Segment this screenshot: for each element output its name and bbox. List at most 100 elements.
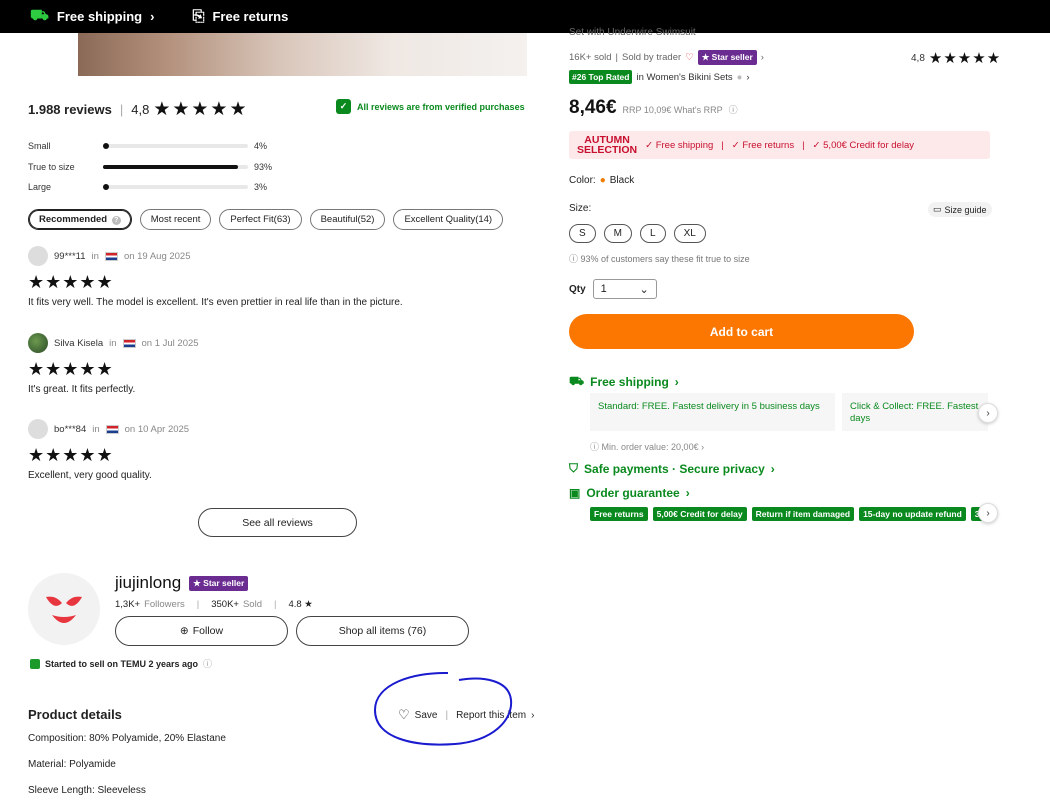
avatar	[28, 333, 48, 353]
croatia-flag-icon	[122, 338, 136, 348]
store-name[interactable]: jiujinlong	[115, 573, 181, 593]
free-shipping-link[interactable]: ⛟ Free shipping ›	[30, 7, 154, 26]
size-xl[interactable]: XL	[673, 224, 706, 243]
guarantee-tag: 15-day no update refund	[859, 507, 966, 521]
product-rating[interactable]: 4,8 ★★★★★	[911, 49, 1001, 67]
shop-all-items-button[interactable]: Shop all items (76)	[296, 616, 469, 646]
filter-most-recent[interactable]: Most recent	[139, 209, 212, 230]
review-date: on 1 Jul 2025	[141, 337, 199, 349]
review-in: in	[91, 250, 99, 262]
add-to-cart-button[interactable]: Add to cart	[569, 314, 914, 349]
sold-info: 16K+ sold | Sold by trader ♡ ★ Star sell…	[569, 50, 764, 65]
guarantee-tag: Return if item damaged	[751, 507, 855, 521]
truck-icon: ⛟	[569, 374, 585, 388]
reviews-rating: 4,8	[131, 102, 150, 117]
promo-item: ✓ Free returns	[731, 139, 795, 151]
sold-count: 350K+	[211, 599, 239, 610]
guarantee-tag: 5,00€ Credit for delay	[652, 507, 747, 521]
rating-stars: ★★★★★	[928, 50, 1002, 67]
price-row: 8,46€ RRP 10,09€ What's RRP ⓘ	[569, 97, 738, 119]
review-text: Excellent, very good quality.	[28, 470, 152, 481]
review-user: Silva Kisela	[54, 337, 104, 349]
free-shipping-row[interactable]: ⛟ Free shipping ›	[569, 374, 679, 390]
verified-text: All reviews are from verified purchases	[357, 101, 525, 112]
detail-line: Composition: 80% Polyamide, 20% Elastane	[28, 733, 226, 744]
size-guide-button[interactable]: ▭ Size guide	[928, 202, 992, 217]
review-stars: ★★★★★	[28, 445, 114, 465]
guarantee-icon: ▣	[569, 486, 581, 500]
promo-topbar: ⛟ Free shipping › ⎘ Free returns	[0, 0, 1050, 33]
free-returns-link[interactable]: ⎘ Free returns	[192, 8, 288, 25]
size-label: Size:	[569, 203, 592, 214]
fit-label: Small	[28, 141, 51, 151]
color-row: Color: ● Black	[569, 175, 635, 186]
top-rated-row[interactable]: #26 Top Rated in Women's Bikini Sets ● ›	[569, 70, 750, 84]
calendar-check-icon	[30, 658, 40, 669]
product-details-title: Product details	[28, 707, 122, 722]
see-all-reviews-button[interactable]: See all reviews	[198, 508, 357, 537]
store-rating: 4.8 ★	[288, 599, 313, 610]
filter-recommended[interactable]: Recommended ?	[28, 209, 132, 230]
review-text: It fits very well. The model is excellen…	[28, 297, 403, 308]
ruler-icon: ▭	[933, 204, 942, 214]
avatar	[28, 419, 48, 439]
seller-link[interactable]: Sold by trader	[622, 52, 681, 63]
reviews-summary: 1.988 reviews | 4,8 ★★★★★	[28, 99, 249, 120]
safe-payments-row[interactable]: ⛉ Safe payments · Secure privacy ›	[569, 461, 775, 476]
truck-icon: ⛟	[30, 7, 49, 24]
size-m[interactable]: M	[603, 224, 633, 243]
croatia-flag-icon	[104, 251, 118, 261]
fit-label: True to size	[28, 162, 75, 172]
fit-bar	[103, 143, 248, 149]
review-filters: Recommended ? Most recent Perfect Fit(63…	[28, 209, 504, 230]
guarantee-next-button[interactable]: ›	[978, 503, 998, 523]
shipping-next-button[interactable]: ›	[978, 403, 998, 423]
filter-beautiful[interactable]: Beautiful(52)	[309, 209, 386, 230]
fit-percent: 93%	[254, 162, 273, 172]
flame-icon: ●	[599, 175, 606, 186]
size-options: S M L XL	[569, 224, 706, 243]
store-plus-icon: ⊕	[179, 625, 189, 637]
size-s[interactable]: S	[569, 224, 596, 243]
fit-label: Large	[28, 182, 52, 192]
review-text: It's great. It fits perfectly.	[28, 384, 136, 395]
info-icon[interactable]: ⓘ	[203, 657, 212, 670]
follow-button[interactable]: ⊕ Follow	[115, 616, 288, 646]
product-image[interactable]	[78, 33, 527, 76]
quantity-select[interactable]: 1 ⌄	[592, 279, 657, 299]
rrp-text: RRP 10,09€ What's RRP	[622, 105, 723, 115]
free-shipping-label: Free shipping	[56, 9, 143, 24]
bikini-logo-icon	[46, 596, 82, 623]
review-item: bo***84 in on 10 Apr 2025 ★★★★★ Excellen…	[28, 419, 528, 481]
info-icon[interactable]: ⓘ	[729, 103, 738, 116]
review-stars: ★★★★★	[28, 272, 114, 292]
size-l[interactable]: L	[640, 224, 666, 243]
product-title: Set with Underwire Swimsuit	[569, 27, 696, 38]
review-in: in	[92, 423, 100, 435]
seller-since: Started to sell on TEMU 2 years ago ⓘ	[30, 657, 212, 670]
fit-row-large: Large 3%	[28, 182, 267, 192]
review-item: 99***11 in on 19 Aug 2025 ★★★★★ It fits …	[28, 246, 528, 308]
star-seller-badge: ★ Star seller	[697, 50, 757, 65]
chevron-right-icon: ›	[150, 9, 155, 24]
promo-item: ✓ 5,00€ Credit for delay	[812, 139, 914, 151]
review-user: 99***11	[54, 250, 86, 262]
fit-note: ⓘ 93% of customers say these fit true to…	[569, 254, 750, 264]
filter-excellent-quality[interactable]: Excellent Quality(14)	[393, 209, 504, 230]
filter-perfect-fit[interactable]: Perfect Fit(63)	[219, 209, 302, 230]
star-seller-badge: ★ Star seller	[189, 575, 249, 591]
followers-count: 1,3K+	[115, 599, 141, 610]
click-collect-box: Click & Collect: FREE. Fastest days	[842, 393, 988, 431]
hand-drawn-circle-annotation	[373, 671, 513, 746]
heart-icon: ♡	[685, 52, 694, 63]
promo-item: ✓ Free shipping	[645, 139, 714, 151]
promo-banner: AUTUMN SELECTION ✓ Free shipping | ✓ Free …	[569, 131, 990, 159]
free-returns-label: Free returns	[212, 9, 289, 24]
help-icon: ?	[111, 216, 121, 225]
store-header: jiujinlong ★ Star seller	[115, 573, 249, 593]
top-rated-tag: #26 Top Rated	[569, 70, 633, 84]
followers-label: Followers	[144, 599, 185, 610]
review-user: bo***84	[54, 423, 87, 435]
store-logo[interactable]	[28, 573, 100, 645]
order-guarantee-row[interactable]: ▣ Order guarantee ›	[569, 486, 690, 500]
